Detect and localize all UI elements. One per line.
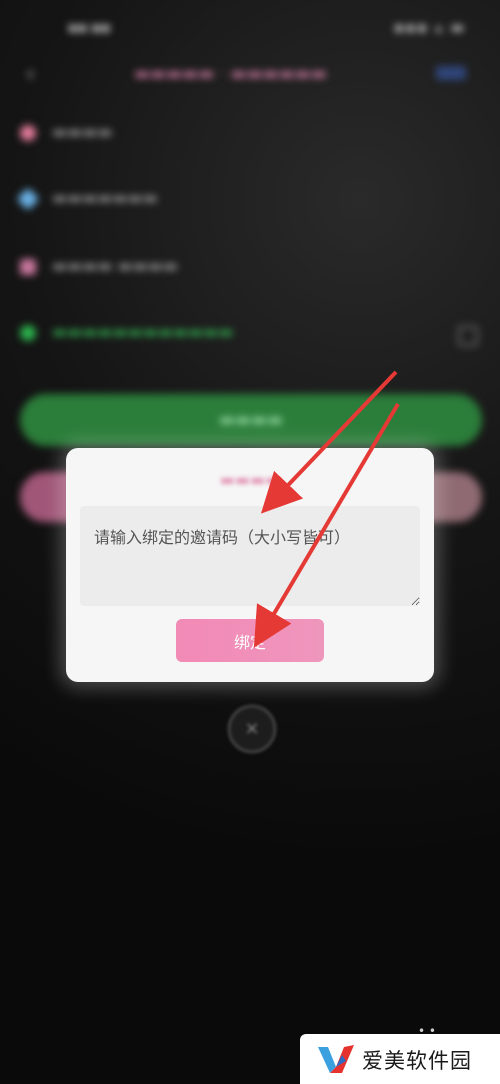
link-icon <box>16 187 40 210</box>
wechat-icon <box>20 324 36 341</box>
invite-code-input[interactable] <box>80 506 420 606</box>
menu-row[interactable]: ▬▬▬▬ ▬▬▬▬ <box>20 256 178 286</box>
menu-row[interactable]: ▬▬▬▬▬▬▬▬▬▬▬▬ <box>20 322 233 352</box>
page-title-blurred: ▬▬▬▬▬ · ▬▬▬▬▬▬ <box>134 64 327 84</box>
dialog-title-blurred: ▬▬▬▬ <box>219 470 281 489</box>
menu-row[interactable]: ▬▬▬▬ <box>20 122 112 152</box>
brand-logo-icon <box>318 1045 354 1073</box>
watermark-text: 爱美软件园 <box>362 1049 472 1073</box>
bind-button[interactable]: 绑定 <box>176 619 324 662</box>
location-icon <box>20 124 36 141</box>
menu-row[interactable]: ▬▬▬▬▬▬▬ <box>16 187 158 218</box>
green-action-button[interactable]: ▬▬▬▬ <box>20 394 482 446</box>
status-icons: ▪▪▪ ▴ ▬ <box>394 20 466 36</box>
status-bar: ▪▪:▪▪ ▪▪▪ ▴ ▬ <box>0 14 500 44</box>
edit-icon[interactable] <box>458 326 478 346</box>
status-time-blurred: ▪▪:▪▪ <box>68 20 111 36</box>
phone-screen: ▪▪:▪▪ ▪▪▪ ▴ ▬ ‹ ▬▬▬▬▬ · ▬▬▬▬▬▬ ▬▬▬▬ ▬▬▬▬… <box>0 0 500 1084</box>
close-icon[interactable]: × <box>228 705 276 753</box>
nav-right-badge[interactable] <box>436 66 466 80</box>
invite-code-dialog: ▬▬▬▬ 绑定 <box>66 448 434 682</box>
back-icon[interactable]: ‹ <box>26 62 35 87</box>
calendar-icon <box>20 258 36 275</box>
watermark: 爱美软件园 <box>300 1034 500 1084</box>
